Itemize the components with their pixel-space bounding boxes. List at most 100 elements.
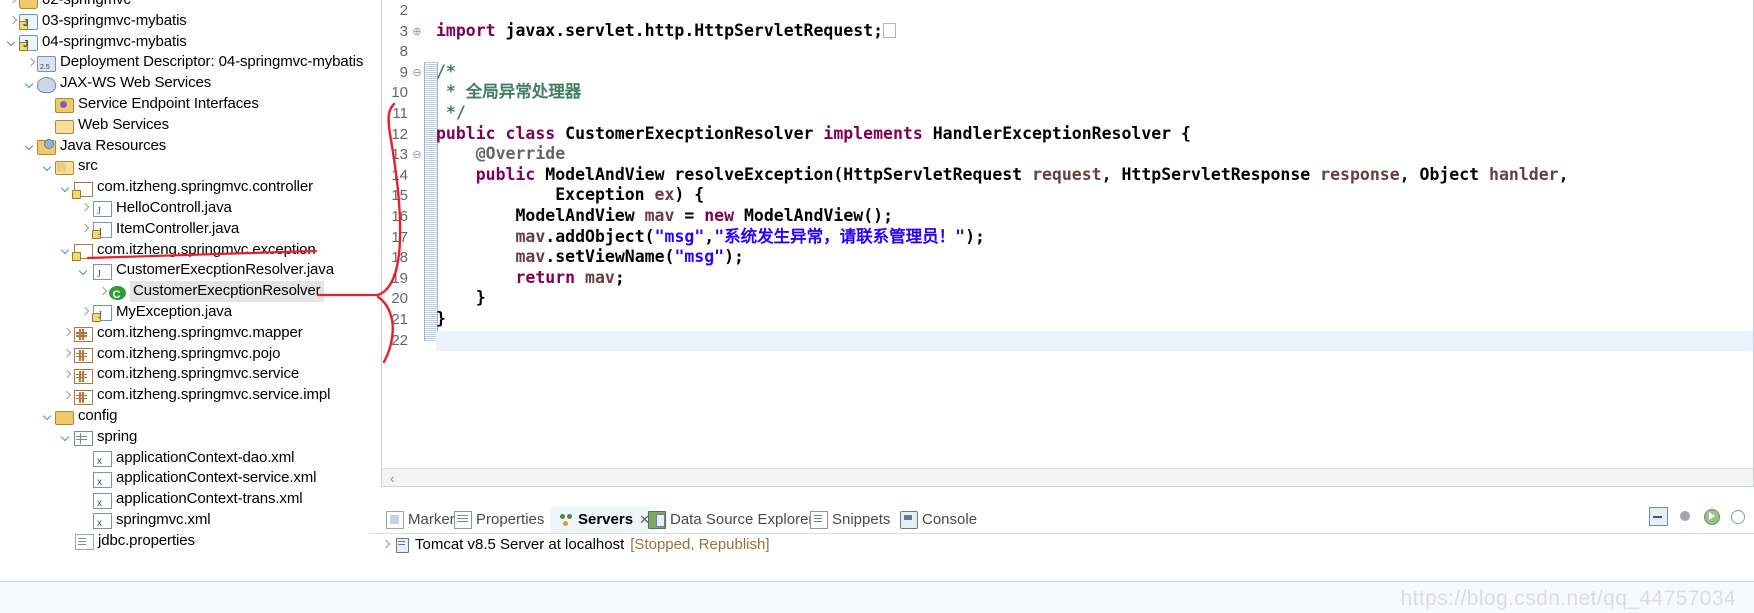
code-line[interactable]: /* [436, 62, 1753, 83]
tree-item[interactable]: applicationContext-dao.xml [0, 448, 370, 473]
history-icon[interactable] [1729, 508, 1746, 525]
code-line[interactable]: @Override [436, 144, 1753, 165]
tree-item[interactable]: ItemController.java [0, 219, 370, 244]
package-explorer-tree[interactable]: 02-springmvc03-springmvc-mybatis 04-sprin… [0, 0, 370, 613]
tree-item[interactable]: 04-springmvc-mybatis [0, 32, 370, 56]
code-token: ModelAndView resolveException(HttpServle… [545, 164, 1033, 184]
tree-item[interactable]: com.itzheng.springmvc.service [0, 364, 370, 385]
chevron-down-icon[interactable] [42, 157, 55, 177]
tree-item[interactable]: Web Services [0, 115, 370, 136]
view-toolbar[interactable] [1649, 507, 1746, 526]
tree-item[interactable]: 03-springmvc-mybatis [0, 11, 370, 35]
code-text-area[interactable]: import javax.servlet.http.HttpServletReq… [436, 0, 1753, 486]
code-line[interactable]: } [436, 309, 1753, 330]
run-icon[interactable] [1703, 508, 1720, 525]
fold-collapse-icon[interactable]: ⊖ [411, 63, 423, 84]
code-line[interactable]: Exception ex) { [436, 185, 1753, 206]
tree-item[interactable]: Java Resources [0, 136, 370, 157]
chevron-down-icon[interactable] [42, 406, 55, 426]
tree-item[interactable]: spring [0, 427, 370, 448]
tab-properties[interactable]: Properties [446, 506, 552, 533]
editor-frame: 2 3 ⊕ 8 9 ⊖ 10 11 12 13 ⊖ 14 15 16 17 18 19 20 21 22 import… [381, 0, 1754, 487]
folding-bar[interactable] [424, 0, 438, 486]
tree-item[interactable]: Service Endpoint Interfaces [0, 94, 370, 115]
chevron-right-icon[interactable] [60, 365, 73, 385]
tree-item-label: ItemController.java [116, 219, 240, 237]
chevron-down-icon[interactable] [6, 32, 19, 52]
tree-item[interactable]: com.itzheng.springmvc.controller [0, 177, 370, 199]
code-line[interactable] [436, 0, 1753, 21]
tree-item[interactable]: com.itzheng.springmvc.pojo [0, 344, 370, 365]
tree-item[interactable]: applicationContext-trans.xml [0, 489, 370, 514]
code-line[interactable]: public ModelAndView resolveException(Htt… [436, 165, 1753, 186]
fold-collapse-icon[interactable]: ⊖ [411, 145, 423, 166]
editor-horizontal-scrollbar[interactable]: ‹ [381, 468, 1754, 487]
chevron-down-icon[interactable] [24, 136, 37, 156]
code-line[interactable]: } [436, 288, 1753, 309]
chevron-right-icon[interactable] [6, 11, 19, 31]
tree-item[interactable]: com.itzheng.springmvc.exception [0, 240, 370, 261]
tree-item[interactable]: CustomerExecptionResolver [0, 281, 370, 305]
tree-item[interactable]: Deployment Descriptor: 04-springmvc-myba… [0, 52, 370, 79]
scroll-left-chevron-icon[interactable]: ‹ [390, 470, 395, 486]
package-warning-icon [72, 243, 93, 261]
code-token: } [436, 288, 486, 308]
tree-item[interactable]: src [0, 156, 370, 177]
line-number: 12 [391, 125, 408, 143]
tree-item-label: spring [97, 427, 138, 445]
tree-item[interactable]: CustomerExecptionResolver.java [0, 260, 370, 286]
chevron-down-icon[interactable] [78, 261, 91, 281]
line-number: 22 [391, 331, 408, 349]
tab-snippets[interactable]: Snippets [802, 506, 898, 533]
xml-file-icon [93, 492, 112, 514]
chevron-right-icon[interactable] [78, 219, 91, 239]
tree-item-label: 04-springmvc-mybatis [42, 32, 187, 50]
chevron-right-icon[interactable] [60, 344, 73, 364]
code-line[interactable]: return mav; [436, 268, 1753, 289]
tree-item[interactable]: com.itzheng.springmvc.mapper [0, 323, 370, 344]
code-line[interactable]: mav.addObject("msg","系统发生异常，请联系管理员！"); [436, 227, 1753, 248]
fold-expand-icon[interactable]: ⊕ [411, 22, 423, 43]
tree-item[interactable]: jdbc.properties [0, 531, 370, 552]
debug-icon[interactable] [1677, 508, 1694, 525]
code-line[interactable]: public class CustomerExecptionResolver i… [436, 124, 1753, 145]
chevron-right-icon[interactable] [78, 198, 91, 218]
chevron-right-icon[interactable] [78, 302, 91, 322]
tree-item[interactable]: config [0, 406, 370, 427]
code-token: response [1320, 164, 1400, 184]
code-line[interactable]: */ [436, 103, 1753, 124]
tree-item[interactable]: JAX-WS Web Services [0, 73, 370, 94]
code-token: new [704, 205, 744, 225]
code-editor[interactable]: 2 3 ⊕ 8 9 ⊖ 10 11 12 13 ⊖ 14 15 16 17 18 19 20 21 22 import… [370, 0, 1754, 487]
code-line[interactable]: import javax.servlet.http.HttpServletReq… [436, 21, 1753, 42]
tree-item[interactable]: springmvc.xml [0, 510, 370, 535]
code-line[interactable]: * 全局异常处理器 [436, 82, 1753, 103]
java-resources-icon [37, 138, 56, 155]
chevron-down-icon[interactable] [24, 74, 37, 94]
code-token: return [515, 267, 586, 287]
code-line[interactable] [436, 41, 1753, 62]
line-number: 10 [391, 84, 408, 102]
tree-item[interactable]: MyException.java [0, 302, 370, 327]
code-line[interactable]: ModelAndView mav = new ModelAndView(); [436, 206, 1753, 227]
view-tab-bar[interactable]: Markers Properties Servers ✕ Data Source Exp… [370, 506, 1754, 533]
chevron-right-icon[interactable] [24, 53, 37, 73]
tab-console[interactable]: Console [892, 506, 985, 533]
tree-item[interactable]: HelloControll.java [0, 198, 370, 223]
server-list-item[interactable]: Tomcat v8.5 Server at localhost [Stopped,… [370, 534, 1754, 555]
tree-item[interactable]: com.itzheng.springmvc.service.impl [0, 385, 370, 406]
code-token: hanlder [1489, 164, 1559, 184]
collapsed-import-box-icon[interactable] [883, 22, 897, 38]
code-line[interactable]: mav.setViewName("msg"); [436, 247, 1753, 268]
chevron-down-icon[interactable] [60, 427, 73, 447]
chevron-right-icon[interactable] [6, 0, 19, 10]
chevron-right-icon[interactable] [96, 282, 109, 302]
chevron-right-icon[interactable] [60, 323, 73, 343]
tree-item[interactable]: applicationContext-service.xml [0, 468, 370, 494]
minimize-icon[interactable] [1649, 507, 1668, 526]
chevron-right-icon[interactable] [379, 535, 392, 555]
chevron-right-icon[interactable] [60, 386, 73, 406]
tab-data-source-explorer[interactable]: Data Source Explorer [640, 506, 821, 533]
tree-item[interactable]: 02-springmvc [0, 0, 370, 11]
